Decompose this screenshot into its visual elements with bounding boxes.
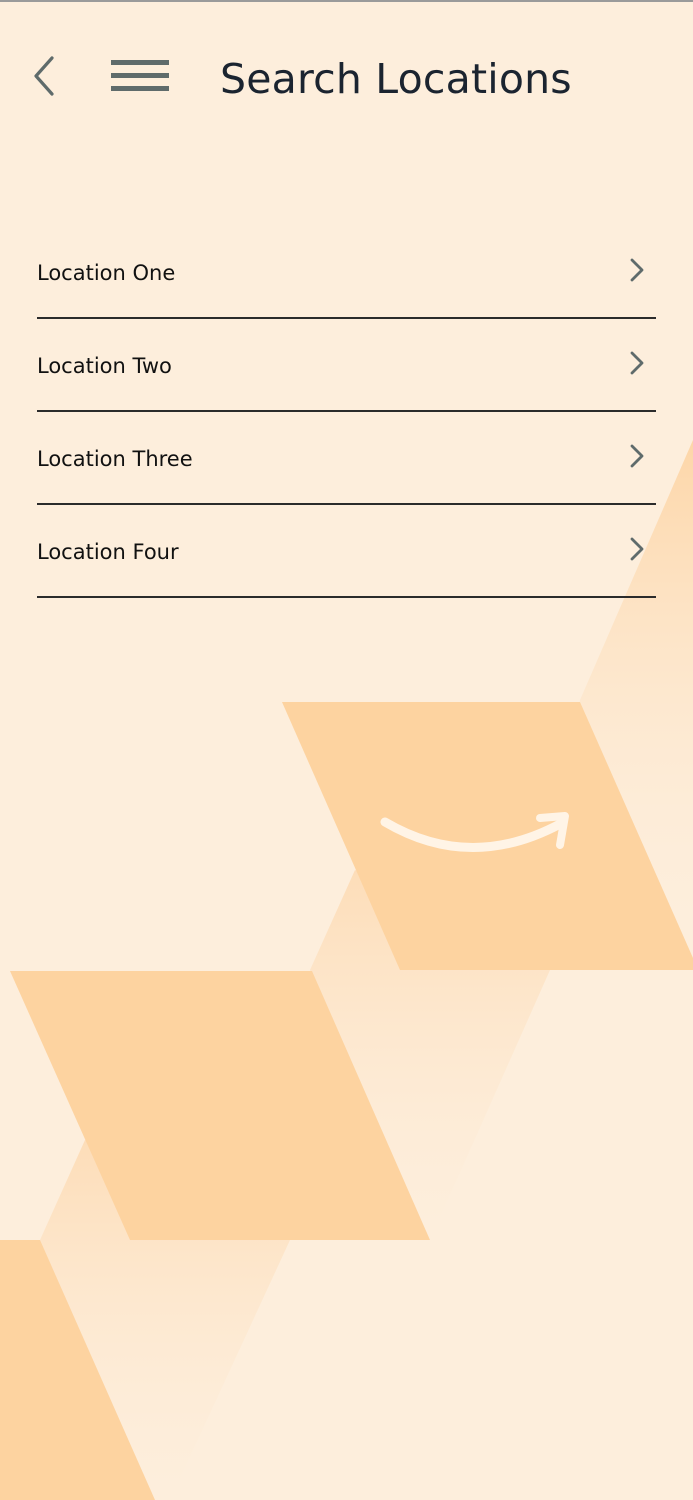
location-item-four[interactable]: Location Four xyxy=(37,505,656,598)
hamburger-menu-icon xyxy=(111,60,169,91)
chevron-right-icon xyxy=(630,351,644,375)
background-pattern xyxy=(0,440,693,1500)
chevron-right-icon xyxy=(630,537,644,561)
menu-button[interactable] xyxy=(106,50,174,100)
location-label: Location Four xyxy=(37,540,179,564)
location-item-three[interactable]: Location Three xyxy=(37,412,656,505)
location-item-one[interactable]: Location One xyxy=(37,226,656,319)
location-label: Location Three xyxy=(37,447,193,471)
back-button[interactable] xyxy=(22,52,66,100)
page-title: Search Locations xyxy=(220,55,572,103)
app-header: Search Locations xyxy=(0,0,693,160)
location-label: Location Two xyxy=(37,354,172,378)
chevron-right-icon xyxy=(630,444,644,468)
location-label: Location One xyxy=(37,261,176,285)
chevron-left-icon xyxy=(34,56,54,96)
chevron-right-icon xyxy=(630,258,644,282)
location-item-two[interactable]: Location Two xyxy=(37,319,656,412)
locations-list: Location One Location Two Location Three… xyxy=(37,226,656,598)
